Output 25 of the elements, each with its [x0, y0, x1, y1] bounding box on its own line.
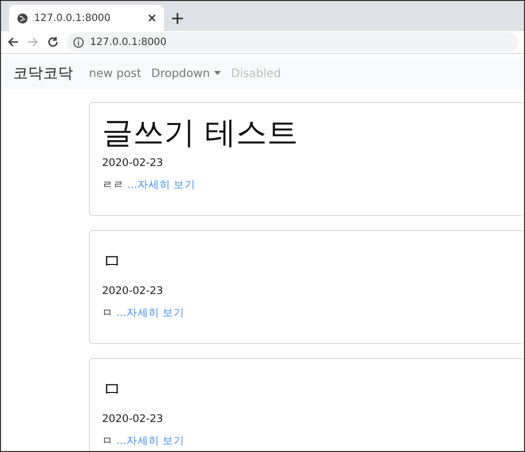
address-field[interactable]: 127.0.0.1:8000: [67, 32, 518, 52]
post-date: 2020-02-23: [102, 157, 164, 169]
globe-icon: [17, 12, 28, 24]
post-date: 2020-02-23: [102, 413, 164, 425]
post-title: 글쓰기 테스트: [102, 115, 299, 151]
post-title: ㅁ: [102, 376, 123, 403]
post-date: 2020-02-23: [102, 285, 164, 297]
nav-link[interactable]: Dropdown: [151, 66, 221, 80]
nav-link[interactable]: new post: [89, 66, 142, 80]
browser-tab[interactable]: 127.0.0.1:8000: [9, 5, 164, 31]
read-more-link[interactable]: ...자세히 보기: [116, 307, 185, 319]
read-more-link[interactable]: ...자세히 보기: [127, 179, 196, 191]
back-icon[interactable]: [7, 36, 19, 48]
post-excerpt: ㄹㄹ ...자세히 보기: [102, 178, 197, 192]
read-more-link[interactable]: ...자세히 보기: [116, 435, 185, 447]
post-excerpt: ㅁ ...자세히 보기: [102, 434, 186, 448]
reload-icon[interactable]: [47, 36, 59, 48]
post-excerpt: ㅁ ...자세히 보기: [102, 306, 186, 320]
close-icon[interactable]: [148, 14, 156, 22]
caret-icon: [214, 71, 221, 75]
tab-title: 127.0.0.1:8000: [34, 12, 112, 24]
post-title: ㅁ: [102, 248, 123, 275]
info-icon: [73, 36, 84, 48]
plus-icon[interactable]: [172, 12, 183, 24]
brand-link[interactable]: 코닥코닥: [13, 64, 73, 82]
